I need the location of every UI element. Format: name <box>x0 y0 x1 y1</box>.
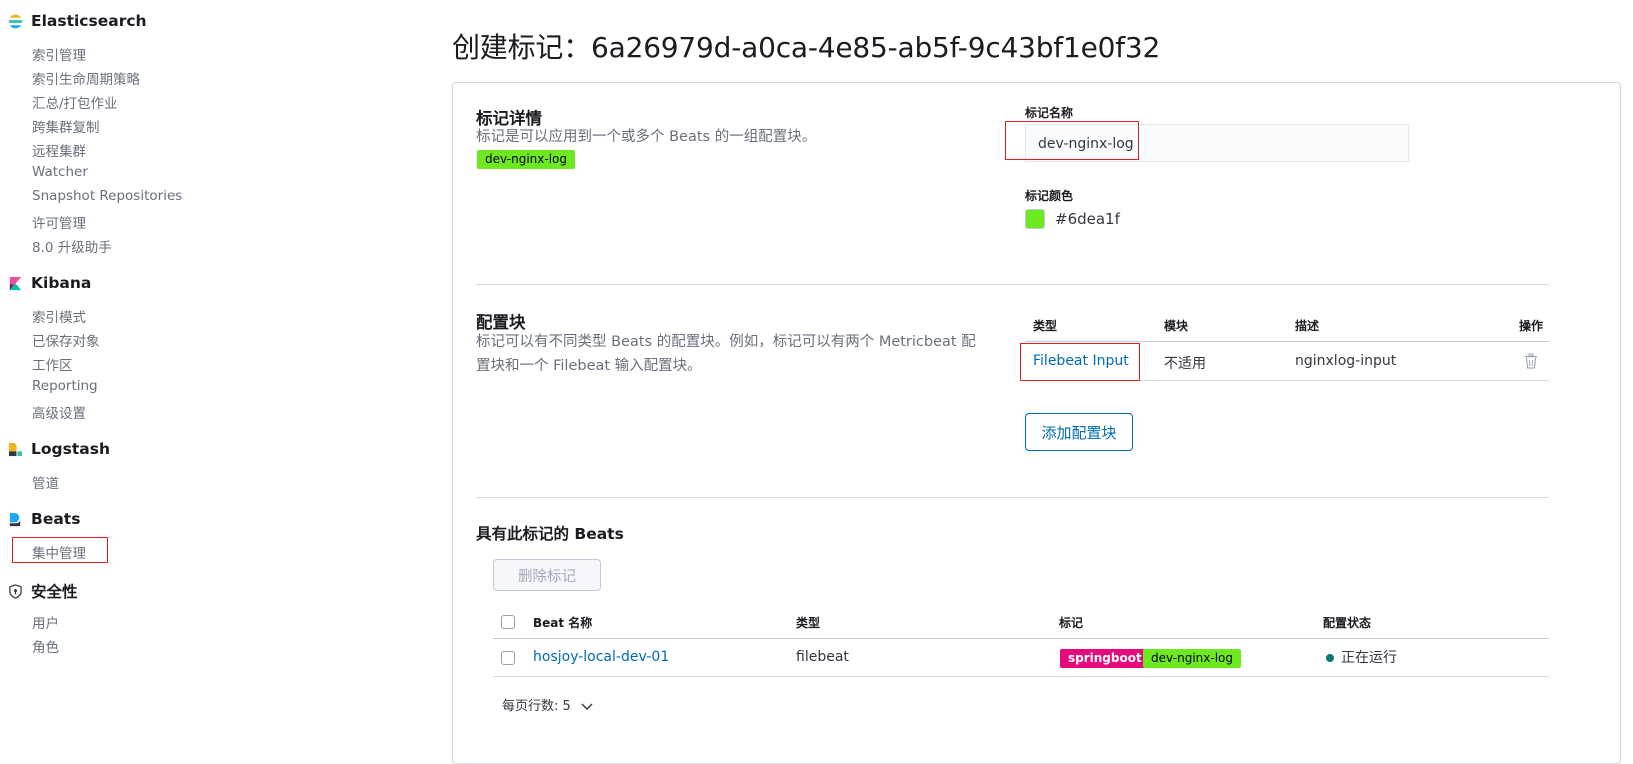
sidebar-item-cross-cluster-replication[interactable]: 跨集群复制 <box>32 116 100 136</box>
rows-per-page-label: 每页行数: 5 <box>502 699 571 714</box>
sidebar-item-roles[interactable]: 角色 <box>32 636 59 656</box>
config-blocks-description: 标记可以有不同类型 Beats 的配置块。例如，标记可以有两个 Metricbe… <box>476 330 1006 378</box>
logstash-logo-icon <box>8 442 23 457</box>
sidebar-item-rollup-jobs[interactable]: 汇总/打包作业 <box>32 92 118 112</box>
select-all-checkbox[interactable] <box>501 615 515 629</box>
sidebar-item-index-patterns[interactable]: 索引模式 <box>32 306 86 326</box>
tag-color-label: 标记颜色 <box>1025 187 1073 204</box>
sidebar-section-security: 安全性 <box>8 580 78 602</box>
sidebar-section-title: Kibana <box>31 274 91 292</box>
sidebar-section-title: Elasticsearch <box>31 12 147 30</box>
beats-col-type: 类型 <box>796 614 820 631</box>
row-select-checkbox[interactable] <box>501 651 515 665</box>
sidebar-section-kibana: Kibana <box>8 274 91 292</box>
tag-details-description: 标记是可以应用到一个或多个 Beats 的一组配置块。 <box>476 125 996 149</box>
config-table-header-divider <box>1025 341 1549 342</box>
sidebar-item-snapshot-repositories[interactable]: Snapshot Repositories <box>32 188 182 204</box>
sidebar-item-ilm-policies[interactable]: 索引生命周期策略 <box>32 68 140 88</box>
rows-per-page-selector[interactable]: 每页行数: 5 <box>502 695 593 714</box>
highlight-box-filebeat-input <box>1020 343 1140 381</box>
beats-col-name: Beat 名称 <box>533 614 592 631</box>
tag-name-label: 标记名称 <box>1025 104 1073 121</box>
config-col-module: 模块 <box>1164 317 1188 334</box>
tag-badge-springboot: springboot <box>1060 649 1150 668</box>
beats-with-tag-heading: 具有此标记的 Beats <box>476 522 624 544</box>
elasticsearch-logo-icon <box>8 14 23 29</box>
sidebar-item-spaces[interactable]: 工作区 <box>32 354 73 374</box>
status-dot-icon <box>1326 654 1334 662</box>
section-divider <box>476 497 1549 498</box>
sidebar-item-watcher[interactable]: Watcher <box>32 164 88 180</box>
beats-col-tags: 标记 <box>1059 614 1083 631</box>
config-col-type: 类型 <box>1033 317 1057 334</box>
config-col-actions: 操作 <box>1519 317 1543 334</box>
sidebar-item-users[interactable]: 用户 <box>32 612 59 632</box>
sidebar-item-upgrade-assistant[interactable]: 8.0 升级助手 <box>32 236 112 256</box>
sidebar-item-advanced-settings[interactable]: 高级设置 <box>32 402 86 422</box>
beats-table-row-divider <box>493 676 1549 677</box>
sidebar-section-title: 安全性 <box>31 580 78 602</box>
beats-logo-icon <box>8 512 23 527</box>
sidebar-item-index-management[interactable]: 索引管理 <box>32 44 86 64</box>
beat-config-status: 正在运行 <box>1341 647 1397 667</box>
sidebar-item-pipelines[interactable]: 管道 <box>32 472 59 492</box>
tag-preview-badge: dev-nginx-log <box>477 150 575 169</box>
sidebar-item-saved-objects[interactable]: 已保存对象 <box>32 330 100 350</box>
remove-tag-button[interactable]: 删除标记 <box>493 559 601 591</box>
beat-type: filebeat <box>796 649 849 665</box>
sidebar-section-title: Logstash <box>31 440 110 458</box>
management-sidebar: Elasticsearch 索引管理 索引生命周期策略 汇总/打包作业 跨集群复… <box>0 0 440 740</box>
add-config-block-button[interactable]: 添加配置块 <box>1025 413 1133 451</box>
chevron-down-icon <box>581 703 593 711</box>
tag-color-value[interactable]: #6dea1f <box>1055 210 1120 228</box>
sidebar-section-beats: Beats <box>8 510 80 528</box>
page-title: 创建标记：6a26979d-a0ca-4e85-ab5f-9c43bf1e0f3… <box>452 26 1160 66</box>
shield-icon <box>8 584 23 599</box>
section-divider <box>476 284 1549 285</box>
sidebar-item-central-management[interactable]: 集中管理 <box>32 542 86 562</box>
config-blocks-description-line: 置块和一个 Filebeat 输入配置块。 <box>476 354 1006 378</box>
sidebar-section-title: Beats <box>31 510 80 528</box>
beats-col-config-status: 配置状态 <box>1323 614 1371 631</box>
beat-name-link[interactable]: hosjoy-local-dev-01 <box>533 649 669 665</box>
sidebar-section-elasticsearch: Elasticsearch <box>8 12 147 30</box>
config-blocks-description-line: 标记可以有不同类型 Beats 的配置块。例如，标记可以有两个 Metricbe… <box>476 330 1006 354</box>
config-row-module: 不适用 <box>1164 353 1206 373</box>
sidebar-item-reporting[interactable]: Reporting <box>32 378 98 394</box>
sidebar-section-logstash: Logstash <box>8 440 110 458</box>
tag-color-swatch[interactable] <box>1025 209 1045 229</box>
beats-table-header-divider <box>493 638 1549 639</box>
trash-icon[interactable] <box>1524 353 1538 369</box>
config-col-description: 描述 <box>1295 317 1319 334</box>
highlight-box-tag-name <box>1005 121 1139 160</box>
tag-edit-panel: 标记详情 标记是可以应用到一个或多个 Beats 的一组配置块。 dev-ngi… <box>452 82 1621 764</box>
sidebar-item-license-management[interactable]: 许可管理 <box>32 212 86 232</box>
sidebar-item-remote-clusters[interactable]: 远程集群 <box>32 140 86 160</box>
config-row-description: nginxlog-input <box>1295 353 1396 369</box>
kibana-logo-icon <box>8 276 23 291</box>
tag-badge-dev-nginx-log: dev-nginx-log <box>1143 649 1241 668</box>
